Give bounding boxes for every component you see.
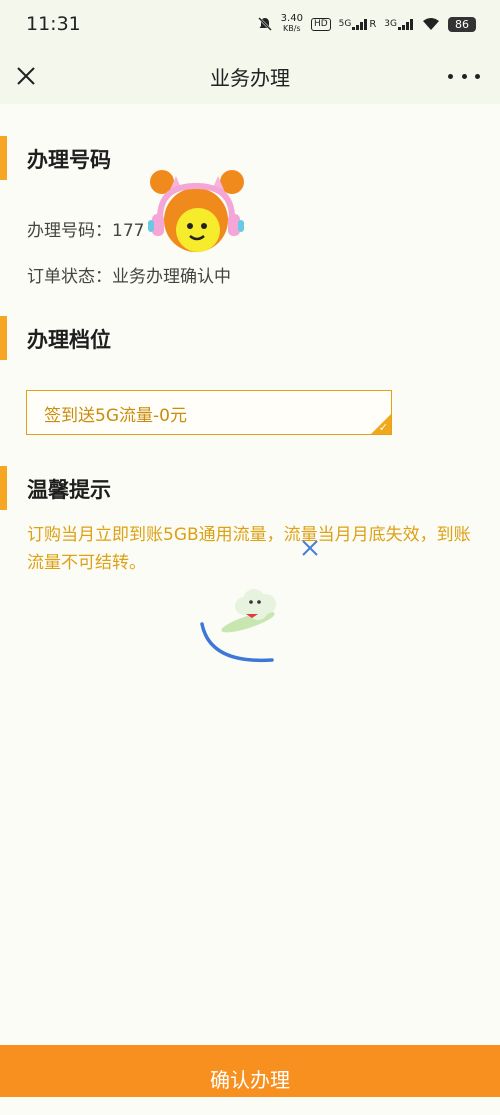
more-icon-dot (475, 73, 480, 79)
tier-section-header: 办理档位 (0, 316, 500, 360)
confirm-button[interactable]: 确认办理 (0, 1045, 500, 1097)
close-sticker-icon (302, 540, 318, 556)
tips-section-header: 温馨提示 (0, 466, 500, 510)
sim1-label: 5G (338, 18, 352, 29)
section-accent-bar (0, 136, 7, 180)
tips-text: 订购当月立即到账5GB通用流量，流量当月月底失效，到账流量不可结转。 (27, 525, 471, 573)
more-button[interactable] (448, 62, 480, 90)
girl-sticker-icon (148, 170, 244, 252)
page-title: 业务办理 (210, 66, 290, 90)
mute-icon (257, 17, 272, 31)
order-status-row: 订单状态：业务办理确认中 (27, 262, 231, 287)
battery-icon: 86 (448, 16, 476, 32)
cloud-rider-sticker-icon (200, 589, 276, 663)
number-section-header: 办理号码 (0, 136, 500, 180)
more-icon-dot (448, 73, 453, 79)
status-time: 11:31 (26, 13, 81, 35)
section-accent-bar (0, 466, 7, 510)
section-accent-bar (0, 316, 7, 360)
order-status-value: 业务办理确认中 (112, 267, 231, 287)
checkmark-glyph: ✓ (378, 421, 388, 434)
number-section-title: 办理号码 (27, 148, 111, 172)
signal-icon (352, 18, 368, 30)
network-speed: 3.40 KB/s (281, 14, 303, 34)
sim2-signal: 3G (384, 18, 414, 30)
more-icon-dot (461, 73, 467, 79)
status-icons: 3.40 KB/s HD 5G R 3G 86 (257, 14, 476, 34)
roaming-label: R (369, 18, 377, 30)
signal-icon (398, 18, 413, 30)
tips-section-title: 温馨提示 (27, 478, 111, 502)
phone-number-value: 177 (112, 221, 145, 241)
status-bar: 11:31 3.40 KB/s HD 5G R 3G 86 (0, 0, 500, 50)
wifi-icon (423, 18, 439, 30)
order-status-label: 订单状态： (27, 267, 112, 287)
network-speed-unit: KB/s (283, 24, 301, 33)
phone-number-label: 办理号码： (27, 221, 112, 241)
sim1-signal: 5G R (338, 18, 377, 30)
tier-section-title: 办理档位 (27, 328, 111, 352)
tier-option-selected[interactable]: 签到送5G流量-0元 ✓ (26, 390, 392, 435)
hd-badge: HD (310, 17, 331, 31)
tier-option-label: 签到送5G流量-0元 (44, 406, 187, 426)
phone-number-row: 办理号码：177 (27, 216, 144, 241)
title-bar: 业务办理 (0, 50, 500, 104)
network-speed-value: 3.40 (280, 13, 303, 24)
sim2-label: 3G (384, 18, 397, 29)
